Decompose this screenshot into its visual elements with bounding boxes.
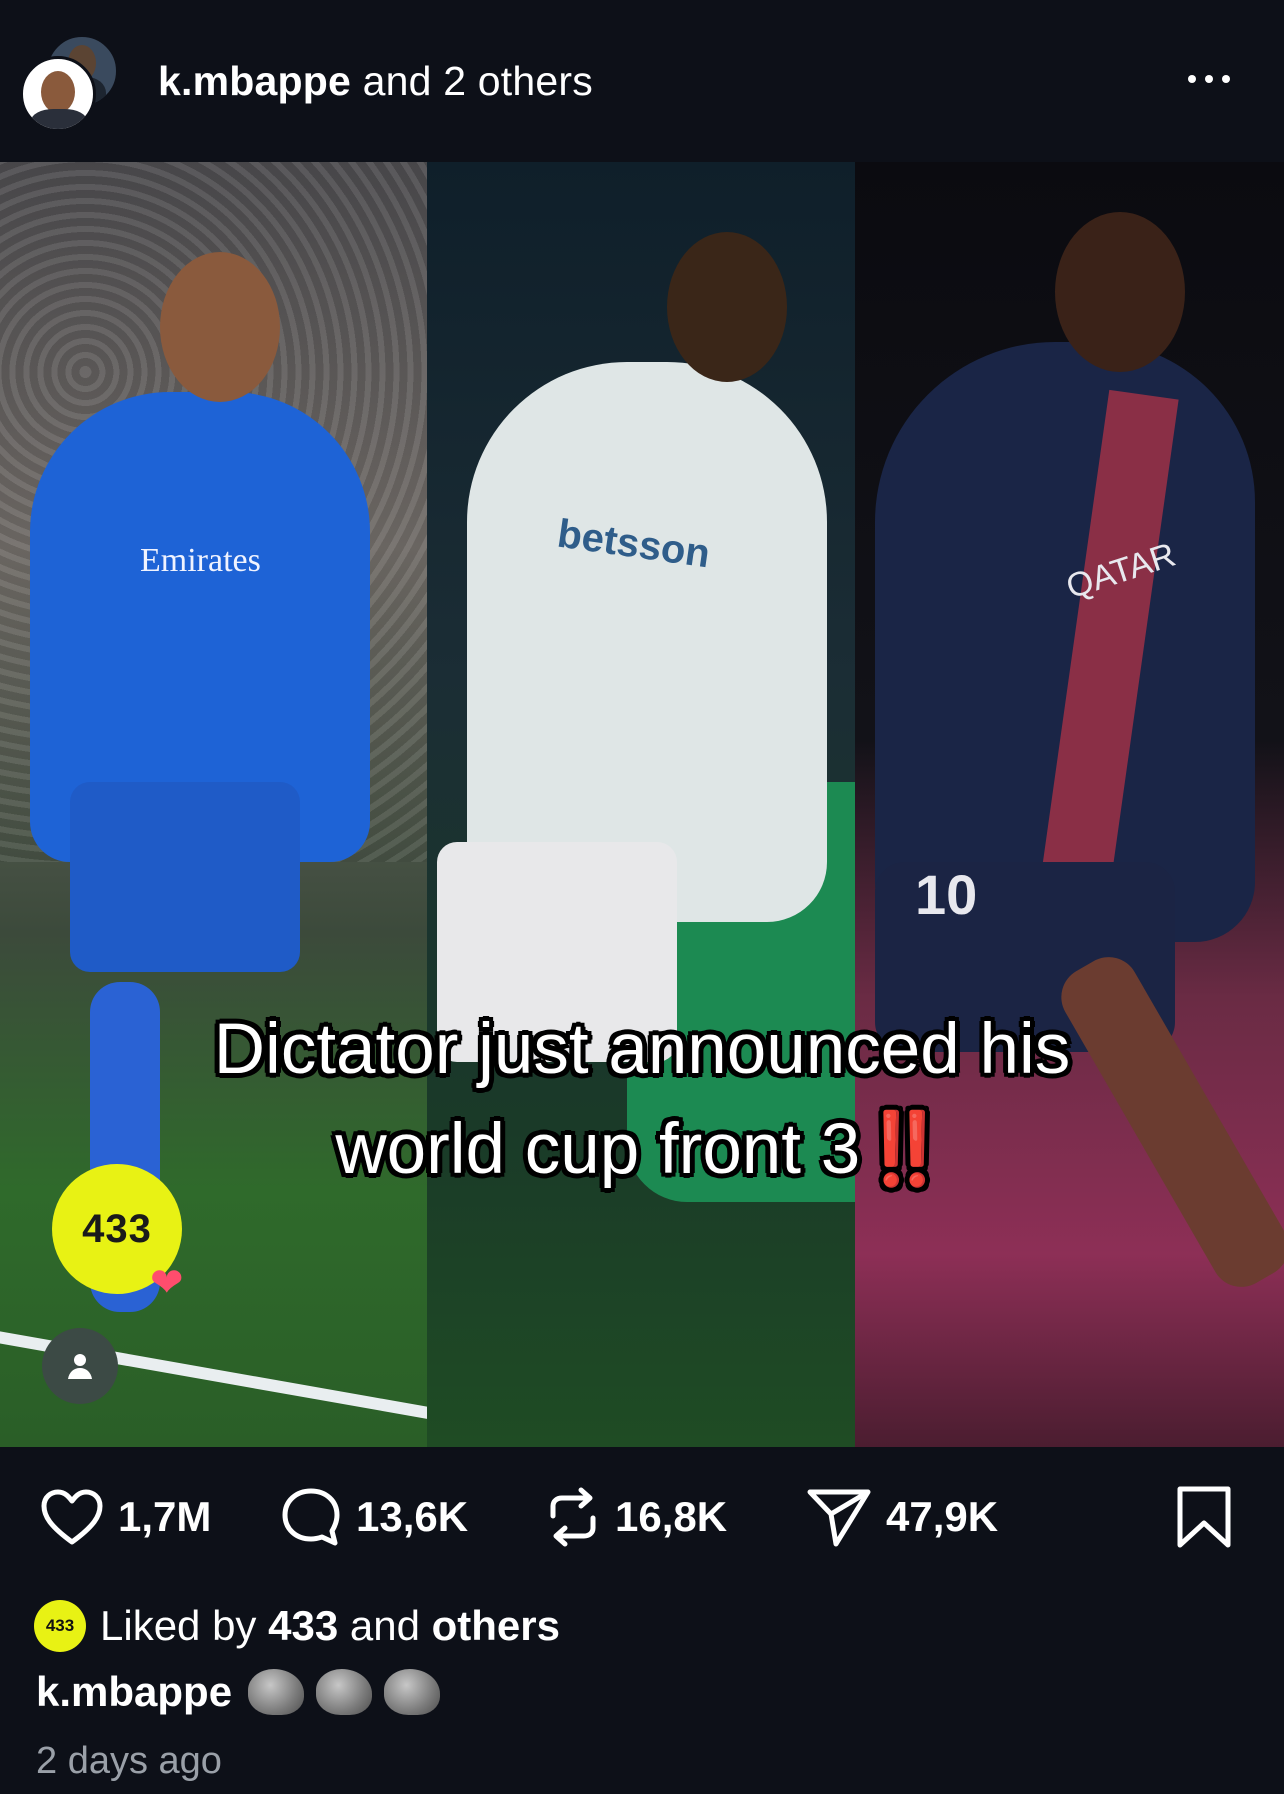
jersey-sponsor-left: Emirates bbox=[140, 542, 261, 579]
liked-by-others[interactable]: others bbox=[432, 1602, 560, 1649]
author-username[interactable]: k.mbappe bbox=[158, 58, 351, 104]
image-panel-right: QATAR 10 bbox=[855, 162, 1284, 1447]
overlay-line-2-text: world cup front 3 bbox=[335, 1110, 861, 1189]
others-label[interactable]: and 2 others bbox=[363, 58, 593, 104]
image-panel-center: betsson bbox=[427, 162, 855, 1447]
repost-button[interactable]: 16,8K bbox=[545, 1477, 727, 1557]
liker-username[interactable]: 433 bbox=[268, 1602, 338, 1649]
comment-icon[interactable] bbox=[280, 1486, 342, 1548]
caption-username[interactable]: k.mbappe bbox=[36, 1668, 232, 1716]
repost-icon[interactable] bbox=[545, 1486, 601, 1548]
caption: k.mbappe bbox=[36, 1664, 441, 1720]
rock-emoji-icon bbox=[248, 1669, 305, 1715]
caption-emojis bbox=[248, 1669, 441, 1715]
heart-icon: ❤ bbox=[150, 1261, 184, 1305]
comment-button[interactable]: 13,6K bbox=[280, 1477, 468, 1557]
double-exclamation-icon: ‼️ bbox=[860, 1110, 949, 1189]
repost-count: 16,8K bbox=[615, 1493, 728, 1540]
post-header: k.mbappe and 2 others bbox=[0, 0, 1284, 162]
like-count: 1,7M bbox=[118, 1493, 212, 1540]
avatar bbox=[20, 56, 96, 132]
action-bar: 1,7M 13,6K 16,8K 47,9K bbox=[0, 1477, 1284, 1557]
post-image[interactable]: Emirates betsson QATAR 10 Dictator just … bbox=[0, 162, 1284, 1447]
overlay-line-1: Dictator just announced his bbox=[213, 1010, 1071, 1089]
save-button[interactable] bbox=[1175, 1477, 1233, 1557]
more-options-icon[interactable] bbox=[1188, 64, 1248, 94]
like-button[interactable]: 1,7M bbox=[40, 1477, 211, 1557]
post-timestamp: 2 days ago bbox=[36, 1740, 222, 1782]
overlay-line-2: world cup front 3‼️ bbox=[0, 1100, 1284, 1200]
post-authors[interactable]: k.mbappe and 2 others bbox=[158, 58, 593, 105]
comment-count: 13,6K bbox=[356, 1493, 469, 1540]
liker-avatar[interactable]: 433 bbox=[34, 1600, 86, 1652]
liked-by-prefix: Liked by bbox=[100, 1602, 257, 1649]
share-button[interactable]: 47,9K bbox=[806, 1477, 998, 1557]
collab-avatars[interactable] bbox=[20, 30, 130, 132]
send-icon[interactable] bbox=[806, 1486, 872, 1548]
heart-outline-icon[interactable] bbox=[40, 1488, 104, 1546]
liked-by-row[interactable]: 433 Liked by 433 and others bbox=[34, 1598, 560, 1654]
liked-by-middle: and bbox=[349, 1602, 420, 1649]
rock-emoji-icon bbox=[384, 1669, 441, 1715]
jersey-number: 10 bbox=[915, 863, 978, 926]
share-count: 47,9K bbox=[886, 1493, 999, 1540]
bookmark-icon[interactable] bbox=[1175, 1485, 1233, 1549]
image-text-overlay: Dictator just announced his world cup fr… bbox=[0, 1000, 1284, 1200]
rock-emoji-icon bbox=[316, 1669, 373, 1715]
tagged-people-icon[interactable] bbox=[42, 1328, 118, 1404]
